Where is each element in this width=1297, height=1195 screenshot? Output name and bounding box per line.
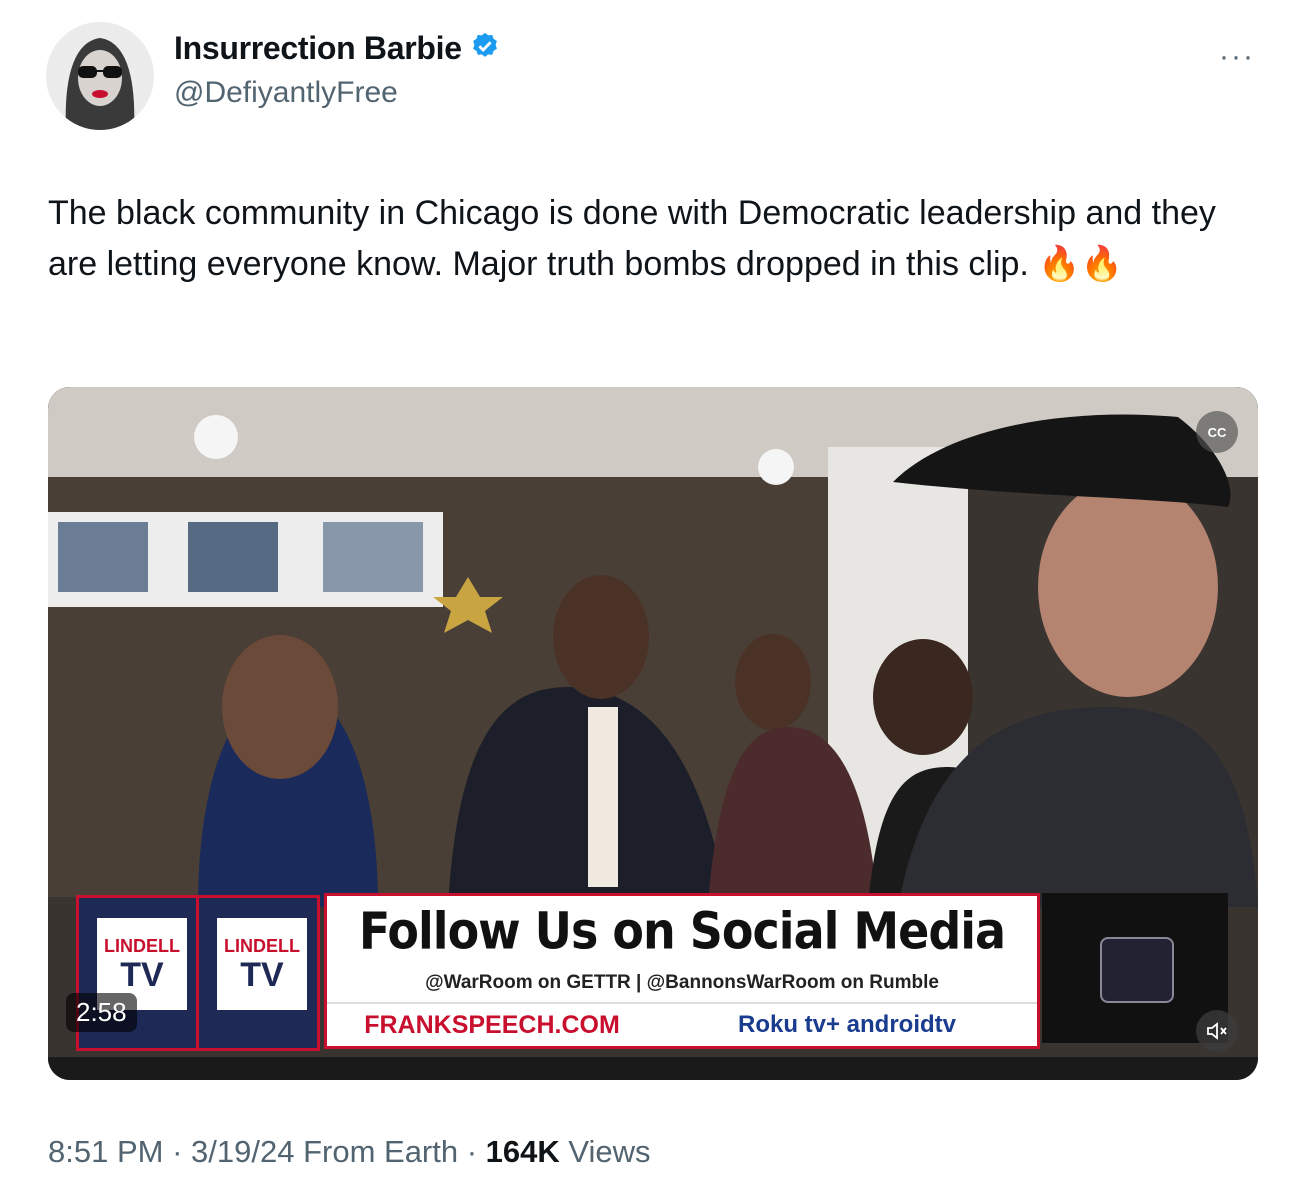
tweet-text: The black community in Chicago is done w… [48,194,1216,283]
separator-dot-2: · [466,1134,486,1169]
tv-text: TV [120,955,164,994]
overlay-site: FRANKSPEECH.COM [364,1010,620,1039]
closed-captions-icon[interactable]: CC [1196,411,1238,453]
views-label: Views [568,1134,651,1169]
lindell-text: LINDELL [104,935,180,956]
tweet-source: From Earth [303,1134,459,1169]
lindell-tv-logo-2: LINDELL TV [196,895,320,1051]
war-room-badge-icon [1100,937,1174,1003]
overlay-apps: Roku tv+ androidtv [737,1011,957,1038]
display-name[interactable]: Insurrection Barbie [174,30,462,67]
verified-badge-icon [470,31,500,66]
tweet-time[interactable]: 8:51 PM [48,1134,163,1169]
tweet-meta: 8:51 PM · 3/19/24 From Earth · 164K View… [48,1134,651,1170]
overlay-subtitle: @WarRoom on GETTR | @BannonsWarRoom on R… [425,972,939,993]
lindell-text-2: LINDELL [224,935,300,956]
user-handle[interactable]: @DefiyantlyFree [174,76,398,110]
author-name-row[interactable]: Insurrection Barbie [174,30,500,67]
more-options-icon[interactable]: ··· [1219,40,1255,74]
video-player[interactable]: LINDELL TV LINDELL TV Follow Us on Socia… [48,387,1258,1080]
tv-text-2: TV [240,955,284,994]
views-count: 164K [485,1134,560,1169]
separator-dot: · [172,1134,192,1169]
avatar[interactable] [46,22,154,130]
tweet-date[interactable]: 3/19/24 [191,1134,294,1169]
overlay-title: Follow Us on Social Media [358,901,1006,961]
video-lower-third: Follow Us on Social Media @WarRoom on GE… [324,893,1040,1049]
mute-icon[interactable] [1196,1010,1238,1052]
video-duration: 2:58 [66,993,137,1032]
overlay-bottom-bar: FRANKSPEECH.COM Roku tv+ androidtv [327,1002,1037,1046]
